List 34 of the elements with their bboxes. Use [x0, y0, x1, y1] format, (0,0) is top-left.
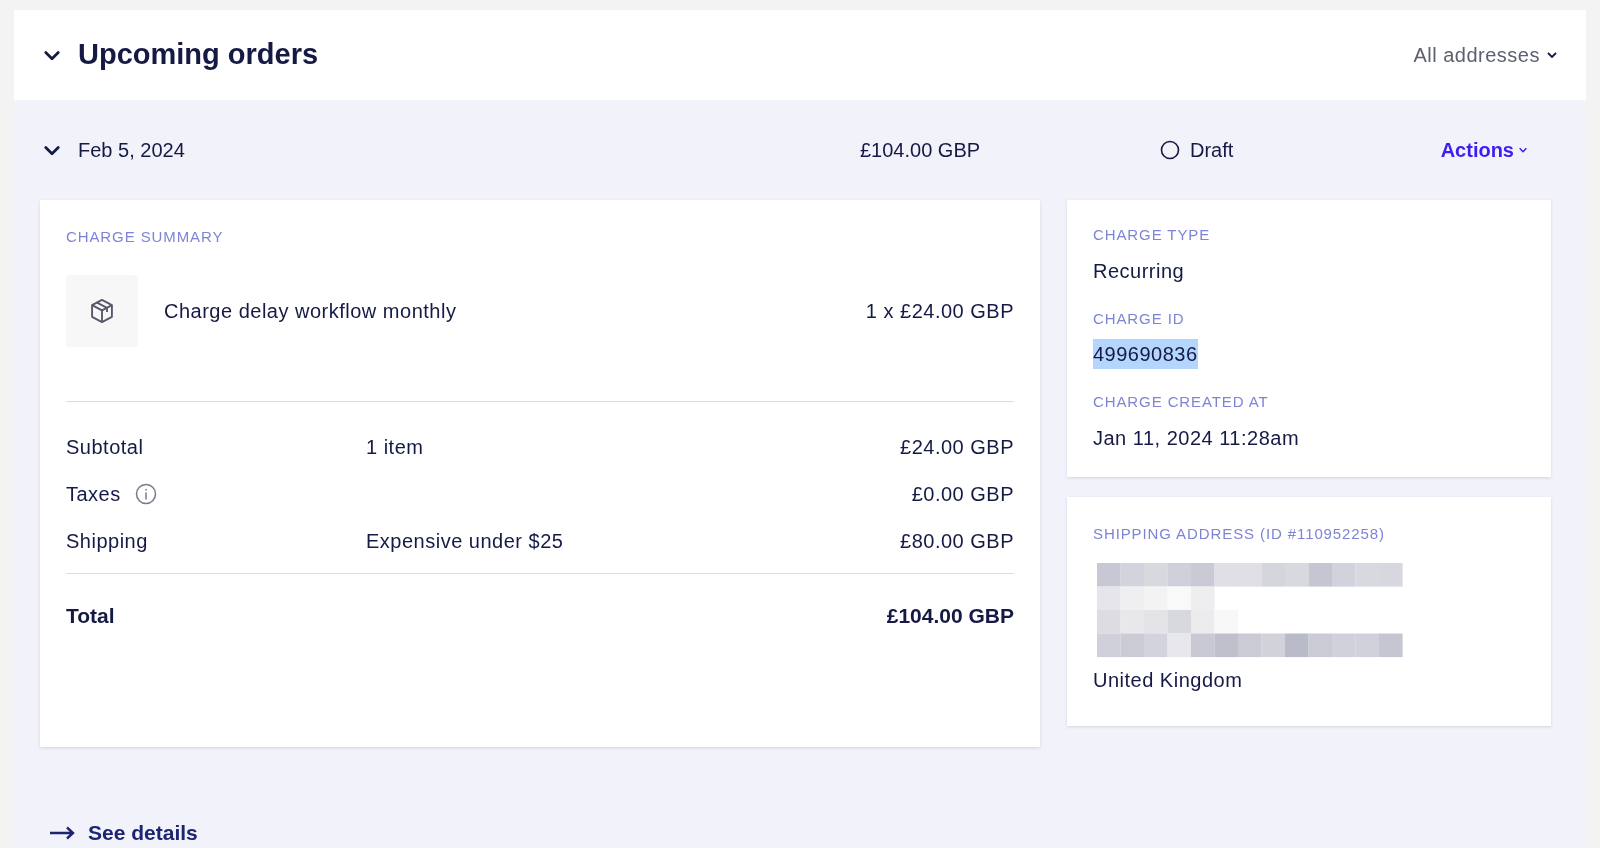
detail-label: CHARGE CREATED AT: [1093, 392, 1270, 412]
status-circle-icon: [1160, 140, 1180, 160]
line-label: Subtotal: [66, 435, 144, 460]
line-detail: Expensive under $25: [366, 529, 564, 554]
line-detail: 1 item: [366, 435, 424, 460]
address-country: United Kingdom: [1093, 668, 1244, 693]
section-title: Upcoming orders: [78, 37, 319, 73]
detail-label: CHARGE TYPE: [1093, 225, 1212, 245]
detail-value: Recurring: [1093, 258, 1185, 284]
order-amount: £104.00 GBP: [860, 138, 982, 163]
line-amount: £0.00 GBP: [911, 482, 1014, 507]
line-label: Shipping: [66, 529, 148, 554]
see-details-link[interactable]: See details: [50, 817, 198, 848]
product-price: 1 x £24.00 GBP: [865, 298, 1014, 324]
total-label: Total: [66, 602, 115, 629]
info-icon[interactable]: [134, 483, 157, 505]
arrow-right-icon: [50, 825, 76, 840]
actions-menu[interactable]: Actions: [1440, 135, 1528, 165]
address-filter[interactable]: All addresses: [1413, 40, 1558, 70]
caret-icon: [1518, 145, 1528, 155]
order-date: Feb 5, 2024: [78, 138, 186, 163]
product-name: Charge delay workflow monthly: [164, 298, 457, 324]
detail-label: CHARGE ID: [1093, 308, 1186, 329]
order-status: Draft: [1190, 138, 1234, 163]
line-label: Taxes: [66, 482, 121, 507]
box-icon: [88, 296, 116, 325]
total-amount: £104.00 GBP: [886, 602, 1014, 629]
line-amount: £24.00 GBP: [900, 435, 1014, 460]
card-heading: CHARGE SUMMARY: [66, 227, 225, 247]
detail-value: 499690836: [1093, 339, 1198, 369]
detail-value: Jan 11, 2024 11:28am: [1093, 425, 1300, 451]
caret-icon: [1546, 49, 1558, 61]
card-heading: SHIPPING ADDRESS (ID #110952258): [1093, 523, 1386, 544]
line-amount: £80.00 GBP: [900, 529, 1014, 554]
